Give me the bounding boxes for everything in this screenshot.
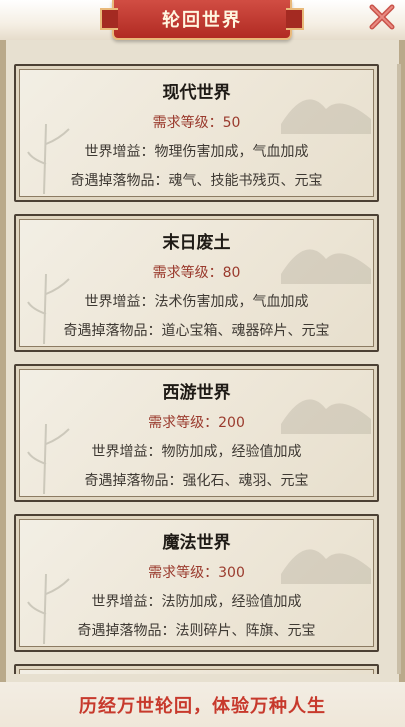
world-name: 末日废土 — [162, 233, 231, 253]
world-drops: 奇遇掉落物品：法则碎片、阵旗、元宝 — [77, 623, 316, 639]
scrollbar[interactable] — [397, 64, 401, 674]
close-icon — [369, 4, 395, 30]
footer-slogan: 历经万世轮回，体验万种人生 — [79, 695, 326, 717]
world-card-wasteland[interactable]: 末日废土 需求等级：80 世界增益：法术伤害加成，气血加成 奇遇掉落物品：道心宝… — [14, 214, 379, 352]
top-bar: 轮回世界 — [0, 0, 405, 40]
world-bonus: 世界增益：法防加成，经验值加成 — [91, 594, 302, 610]
close-button[interactable] — [365, 0, 399, 34]
world-card-journey-west[interactable]: 西游世界 需求等级：200 世界增益：物防加成，经验值加成 奇遇掉落物品：强化石… — [14, 364, 379, 502]
world-bonus: 世界增益：物理伤害加成，气血加成 — [84, 144, 309, 160]
world-required-level: 需求等级：80 — [152, 265, 241, 281]
world-card-modern[interactable]: 现代世界 需求等级：50 世界增益：物理伤害加成，气血加成 奇遇掉落物品：魂气、… — [14, 64, 379, 202]
world-required-level: 需求等级：200 — [148, 415, 245, 431]
footer: 历经万世轮回，体验万种人生 — [0, 682, 405, 727]
world-drops: 奇遇掉落物品：道心宝箱、魂器碎片、元宝 — [63, 323, 330, 339]
world-drops: 奇遇掉落物品：强化石、魂羽、元宝 — [84, 473, 309, 489]
world-name: 魔法世界 — [162, 533, 231, 553]
world-name: 现代世界 — [162, 83, 231, 103]
world-list[interactable]: 现代世界 需求等级：50 世界增益：物理伤害加成，气血加成 奇遇掉落物品：魂气、… — [14, 64, 381, 674]
page-title: 轮回世界 — [162, 10, 242, 31]
world-bonus: 世界增益：物防加成，经验值加成 — [91, 444, 302, 460]
world-required-level: 需求等级：300 — [148, 565, 245, 581]
world-card-next[interactable] — [14, 664, 379, 674]
world-required-level: 需求等级：50 — [152, 115, 241, 131]
world-drops: 奇遇掉落物品：魂气、技能书残页、元宝 — [70, 173, 323, 189]
world-bonus: 世界增益：法术伤害加成，气血加成 — [84, 294, 309, 310]
title-ribbon: 轮回世界 — [100, 0, 304, 40]
world-card-magic[interactable]: 魔法世界 需求等级：300 世界增益：法防加成，经验值加成 奇遇掉落物品：法则碎… — [14, 514, 379, 652]
world-name: 西游世界 — [162, 383, 231, 403]
